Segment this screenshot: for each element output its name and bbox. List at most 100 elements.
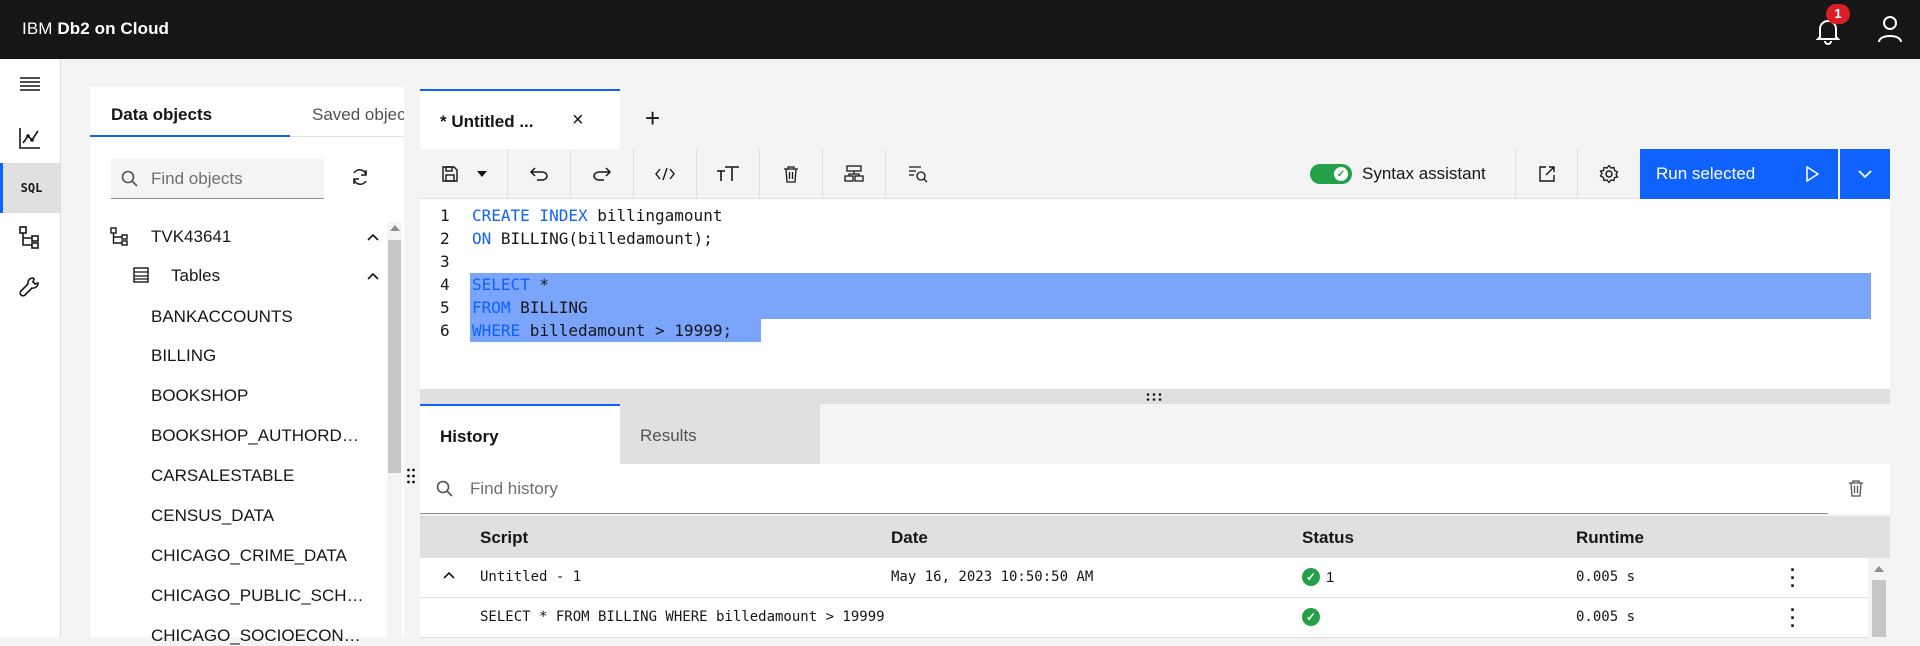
refresh-icon[interactable] [350, 167, 370, 187]
success-check-icon: ✓ [1302, 608, 1320, 626]
side-rail: SQL [0, 59, 61, 637]
table-item[interactable]: CHICAGO_CRIME_DATA [151, 546, 366, 566]
monitor-chart-icon[interactable] [0, 113, 60, 163]
line-number: 6 [440, 321, 450, 340]
find-objects-input[interactable] [151, 159, 321, 199]
col-runtime[interactable]: Runtime [1576, 528, 1644, 548]
history-search-bar [420, 464, 1890, 514]
code-text: * [529, 275, 550, 294]
format-code-button[interactable] [634, 149, 697, 199]
table-row[interactable]: SELECT * FROM BILLING WHERE billedamount… [420, 598, 1868, 638]
scroll-up-arrow-icon[interactable] [390, 225, 400, 231]
sql-editor[interactable]: 1 CREATE INDEX billingamount 2 ON BILLIN… [420, 199, 1890, 389]
tab-history[interactable]: History [420, 404, 620, 464]
data-tree-icon[interactable] [0, 212, 60, 262]
table-item[interactable]: CHICAGO_SOCIOECONOMIC_DATA [151, 626, 366, 646]
code-keyword: WHERE [472, 321, 521, 340]
col-script[interactable]: Script [480, 528, 528, 548]
schema-node[interactable]: TVK43641 [90, 218, 390, 256]
tab-results[interactable]: Results [620, 404, 820, 464]
menu-icon[interactable] [0, 59, 60, 109]
col-status[interactable]: Status [1302, 528, 1354, 548]
line-number: 5 [440, 298, 450, 317]
col-date[interactable]: Date [891, 528, 928, 548]
cell-status: 1 [1326, 569, 1335, 586]
flow-icon [844, 165, 864, 182]
code-text: billedamount > 19999; [520, 321, 733, 340]
table-row[interactable]: Untitled - 1 May 16, 2023 10:50:50 AM ✓ … [420, 558, 1868, 598]
tables-label: Tables [171, 266, 221, 285]
run-selected-button[interactable]: Run selected [1640, 149, 1838, 199]
data-objects-panel: Data objects Saved objects TVK43641 Tabl… [90, 87, 404, 645]
code-icon [655, 167, 675, 181]
launch-icon [1538, 166, 1555, 182]
pop-out-button[interactable] [1515, 149, 1578, 199]
cell-runtime: 0.005 s [1576, 609, 1636, 625]
add-tab-button[interactable]: + [645, 103, 660, 134]
save-menu[interactable] [420, 149, 508, 199]
redo-button[interactable] [571, 149, 634, 199]
undo-button[interactable] [508, 149, 571, 199]
schema-name: TVK43641 [151, 227, 232, 246]
table-item[interactable]: CARSALESTABLE [151, 466, 366, 486]
sql-editor-nav[interactable]: SQL [0, 163, 60, 213]
search-icon [436, 480, 453, 497]
chevron-up-icon[interactable] [366, 230, 380, 244]
table-item[interactable]: BOOKSHOP_AUTHORDETAILS [151, 426, 366, 446]
text-size-button[interactable] [697, 149, 760, 199]
close-tab-icon[interactable]: × [572, 109, 584, 132]
history-scrollbar[interactable] [1868, 558, 1890, 637]
table-item[interactable]: BILLING [151, 346, 366, 366]
tables-node[interactable]: Tables [90, 257, 390, 295]
find-replace-button[interactable] [886, 149, 949, 199]
table-item[interactable]: CENSUS_DATA [151, 506, 366, 526]
gear-icon [1599, 164, 1619, 184]
code-text: BILLING(billedamount); [491, 229, 713, 248]
code-keyword: SELECT [472, 275, 530, 294]
find-history-input[interactable] [470, 472, 1570, 506]
chevron-up-icon[interactable] [442, 568, 456, 582]
scrollbar-thumb[interactable] [388, 240, 401, 473]
editor-results-splitter[interactable] [420, 389, 1890, 404]
overflow-menu-icon[interactable]: · · · [1788, 561, 1798, 595]
caret-down-icon[interactable] [476, 171, 487, 177]
cell-script: Untitled - 1 [480, 569, 582, 585]
wrench-icon[interactable] [0, 262, 60, 312]
run-options-button[interactable] [1840, 149, 1890, 199]
scrollbar-thumb[interactable] [1872, 580, 1886, 637]
table-item[interactable]: BANKACCOUNTS [151, 307, 366, 327]
clear-button[interactable] [760, 149, 823, 199]
cell-date: May 16, 2023 10:50:50 AM [891, 569, 1094, 585]
line-number: 4 [440, 275, 450, 294]
brand-prefix: IBM [22, 19, 58, 38]
editor-toolbar: ✓ Syntax assistant Run selected [420, 149, 1890, 199]
tab-data-objects[interactable]: Data objects [90, 87, 290, 137]
table-item[interactable]: CHICAGO_PUBLIC_SCHOOLS [151, 586, 366, 606]
settings-button[interactable] [1578, 149, 1640, 199]
syntax-assistant-toggle[interactable]: ✓ [1310, 164, 1352, 184]
code-keyword: FROM [472, 298, 511, 317]
code-line: FROM BILLING [472, 298, 588, 317]
play-icon [1806, 166, 1819, 182]
chevron-down-icon [1858, 170, 1872, 179]
app-brand[interactable]: IBM Db2 on Cloud [22, 19, 169, 39]
scroll-up-arrow-icon[interactable] [1874, 566, 1884, 572]
explain-button[interactable] [823, 149, 886, 199]
schema-tree-icon [110, 227, 128, 246]
cell-script: SELECT * FROM BILLING WHERE billedamount… [480, 609, 885, 625]
cell-runtime: 0.005 s [1576, 569, 1636, 585]
chevron-up-icon[interactable] [366, 269, 380, 283]
tab-untitled[interactable]: * Untitled ... × [420, 89, 620, 149]
table-item[interactable]: BOOKSHOP [151, 386, 366, 406]
panel-resize-handle-icon[interactable] [406, 467, 416, 485]
trash-icon[interactable] [1848, 479, 1864, 497]
search-icon [121, 170, 138, 187]
success-check-icon: ✓ [1302, 568, 1320, 586]
save-icon[interactable] [441, 165, 459, 183]
objects-scrollbar[interactable] [387, 222, 402, 637]
user-avatar-icon[interactable] [1876, 14, 1904, 44]
overflow-menu-icon[interactable]: · · · [1788, 601, 1798, 635]
top-bar: IBM Db2 on Cloud 1 [0, 0, 1920, 59]
tab-saved-objects[interactable]: Saved objects [290, 87, 404, 137]
code-text: BILLING [510, 298, 588, 317]
